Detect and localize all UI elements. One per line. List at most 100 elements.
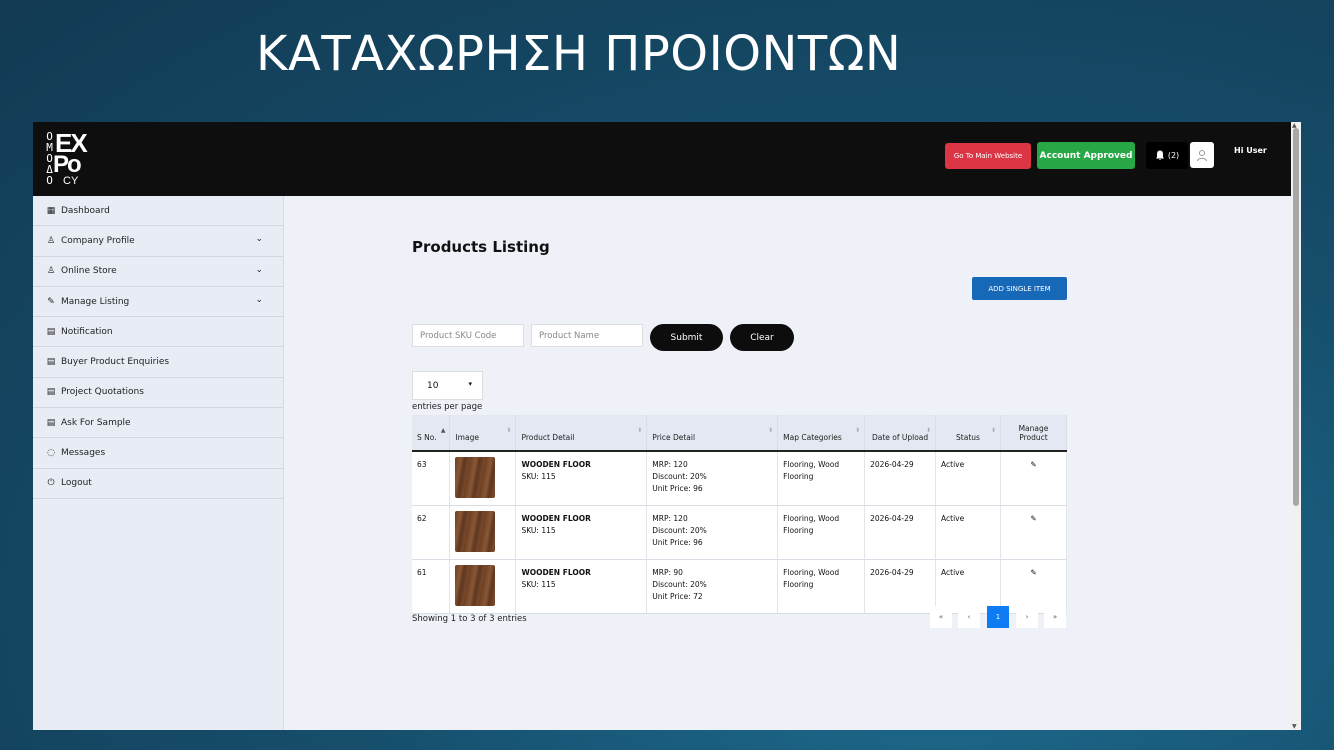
cell-product-detail: WOODEN FLOOR SKU: 115 <box>515 451 648 506</box>
sidebar-item-messages[interactable]: ◌ Messages <box>33 438 283 469</box>
account-approved-badge[interactable]: Account Approved <box>1037 142 1135 169</box>
table-info: Showing 1 to 3 of 3 entries <box>412 614 527 624</box>
user-icon: ♙ <box>46 266 56 277</box>
page-scrollbar[interactable]: ▲ ▼ <box>1291 122 1301 730</box>
sidebar-item-manage-listing[interactable]: ✎ Manage Listing ⌄ <box>33 287 283 318</box>
scrollbar-thumb[interactable] <box>1293 128 1299 506</box>
user-icon: ♙ <box>46 235 56 246</box>
column-header-image[interactable]: Image ⬍ <box>449 415 517 452</box>
sku-search-input[interactable]: Product SKU Code <box>412 324 524 347</box>
user-greeting[interactable]: Hi User <box>1234 146 1267 155</box>
cell-manage: ✎ <box>1000 505 1068 560</box>
cell-image <box>449 559 517 614</box>
cell-status: Active <box>935 505 1001 560</box>
cell-date: 2026-04-29 <box>864 451 937 506</box>
table-row: 63 WOODEN FLOOR SKU: 115 MRP: 120 Discount: … <box>412 451 1068 506</box>
product-sku: SKU: 115 <box>521 580 556 589</box>
page-title: Products Listing <box>412 238 550 256</box>
price-mrp: MRP: 120 <box>652 460 688 469</box>
pagination-next[interactable]: › <box>1016 606 1038 628</box>
product-thumbnail[interactable] <box>455 511 496 552</box>
sidebar-item-label: Messages <box>61 448 106 459</box>
edit-icon[interactable]: ✎ <box>1030 460 1036 469</box>
product-thumbnail[interactable] <box>455 457 496 498</box>
submit-button[interactable]: Submit <box>650 324 723 351</box>
product-thumbnail[interactable] <box>455 565 496 606</box>
main-content: Products Listing ADD SINGLE ITEM Product… <box>284 196 1291 730</box>
sidebar: ▦ Dashboard ♙ Company Profile ⌄ ♙ Online Store… <box>33 196 284 730</box>
sidebar-item-buyer-product-enquiries[interactable]: ▤ Buyer Product Enquiries <box>33 347 283 378</box>
sidebar-item-project-quotations[interactable]: ▤ Project Quotations <box>33 378 283 409</box>
bell-icon <box>1155 150 1164 161</box>
doc-icon: ▤ <box>46 387 56 398</box>
cell-product-detail: WOODEN FLOOR SKU: 115 <box>515 505 648 560</box>
chevron-down-icon: ▾ <box>468 380 472 388</box>
column-header-manage-product: Manage Product <box>1000 415 1068 452</box>
products-table: S No. ▲ Image ⬍ Product Detail ⬍ Price Deta… <box>412 415 1068 614</box>
product-name[interactable]: WOODEN FLOOR <box>521 513 641 525</box>
sidebar-item-label: Ask For Sample <box>61 417 131 428</box>
sidebar-item-label: Dashboard <box>61 205 110 216</box>
column-header-status[interactable]: Status ⬍ <box>935 415 1001 452</box>
price-unit: Unit Price: 96 <box>652 484 703 493</box>
chevron-down-icon: ⌄ <box>255 234 263 245</box>
clear-button[interactable]: Clear <box>730 324 794 351</box>
expo-logo[interactable]: ΟΜΟΔΟ EX Po CY <box>43 128 103 188</box>
sidebar-item-dashboard[interactable]: ▦ Dashboard <box>33 196 283 227</box>
price-discount: Discount: 20% <box>652 472 707 481</box>
sidebar-item-notification[interactable]: ▤ Notification <box>33 317 283 348</box>
cell-sno: 63 <box>412 451 451 506</box>
cell-date: 2026-04-29 <box>864 559 937 614</box>
cell-price-detail: MRP: 120 Discount: 20% Unit Price: 96 <box>646 451 779 506</box>
cell-categories: Flooring, Wood Flooring <box>777 559 866 614</box>
cell-manage: ✎ <box>1000 451 1068 506</box>
pagination-prev[interactable]: ‹ <box>958 606 980 628</box>
edit-list-icon: ✎ <box>47 296 55 307</box>
cell-categories: Flooring, Wood Flooring <box>777 451 866 506</box>
avatar[interactable] <box>1190 142 1214 168</box>
product-name[interactable]: WOODEN FLOOR <box>521 567 641 579</box>
cell-sno: 62 <box>412 505 451 560</box>
doc-icon: ▤ <box>46 357 56 368</box>
sidebar-item-company-profile[interactable]: ♙ Company Profile ⌄ <box>33 226 283 257</box>
sidebar-item-label: Logout <box>61 478 92 489</box>
per-page-value: 10 <box>427 380 439 391</box>
column-header-date-of-upload[interactable]: Date of Upload ⬍ <box>864 415 937 452</box>
edit-icon[interactable]: ✎ <box>1030 514 1036 523</box>
scroll-down-icon[interactable]: ▼ <box>1292 723 1297 730</box>
product-name[interactable]: WOODEN FLOOR <box>521 459 641 471</box>
sidebar-item-label: Company Profile <box>61 235 135 246</box>
cell-image <box>449 505 517 560</box>
pagination-first[interactable]: « <box>930 606 952 628</box>
column-header-sno[interactable]: S No. ▲ <box>412 415 451 452</box>
sidebar-item-label: Manage Listing <box>61 296 130 307</box>
chevron-down-icon: ⌄ <box>255 294 263 305</box>
top-navbar: ΟΜΟΔΟ EX Po CY Go To Main Website Accoun… <box>33 122 1291 196</box>
chat-icon: ◌ <box>47 448 55 459</box>
edit-icon[interactable]: ✎ <box>1030 568 1036 577</box>
cell-date: 2026-04-29 <box>864 505 937 560</box>
pagination-page-1[interactable]: 1 <box>987 606 1009 628</box>
sidebar-item-label: Buyer Product Enquiries <box>61 357 170 368</box>
notifications-button[interactable]: (2) <box>1146 142 1188 169</box>
table-row: 62 WOODEN FLOOR SKU: 115 MRP: 120 Discount: … <box>412 505 1068 560</box>
column-header-product-detail[interactable]: Product Detail ⬍ <box>515 415 648 452</box>
pagination-last[interactable]: » <box>1044 606 1066 628</box>
column-header-map-categories[interactable]: Map Categories ⬍ <box>777 415 866 452</box>
doc-icon: ▤ <box>46 326 56 337</box>
cell-price-detail: MRP: 90 Discount: 20% Unit Price: 72 <box>646 559 779 614</box>
sidebar-item-ask-for-sample[interactable]: ▤ Ask For Sample <box>33 408 283 439</box>
add-single-item-button[interactable]: ADD SINGLE ITEM <box>972 277 1067 300</box>
doc-icon: ▤ <box>46 417 56 428</box>
product-name-input[interactable]: Product Name <box>531 324 643 347</box>
column-header-price-detail[interactable]: Price Detail ⬍ <box>646 415 779 452</box>
go-to-main-website-button[interactable]: Go To Main Website <box>945 143 1031 169</box>
cell-categories: Flooring, Wood Flooring <box>777 505 866 560</box>
price-unit: Unit Price: 72 <box>652 592 703 601</box>
sidebar-item-logout[interactable]: ⏻ Logout <box>33 469 283 499</box>
sidebar-item-online-store[interactable]: ♙ Online Store ⌄ <box>33 257 283 287</box>
sidebar-item-label: Notification <box>61 326 113 337</box>
entries-per-page-select[interactable]: 10 ▾ <box>412 371 483 400</box>
cell-product-detail: WOODEN FLOOR SKU: 115 <box>515 559 648 614</box>
price-discount: Discount: 20% <box>652 526 707 535</box>
